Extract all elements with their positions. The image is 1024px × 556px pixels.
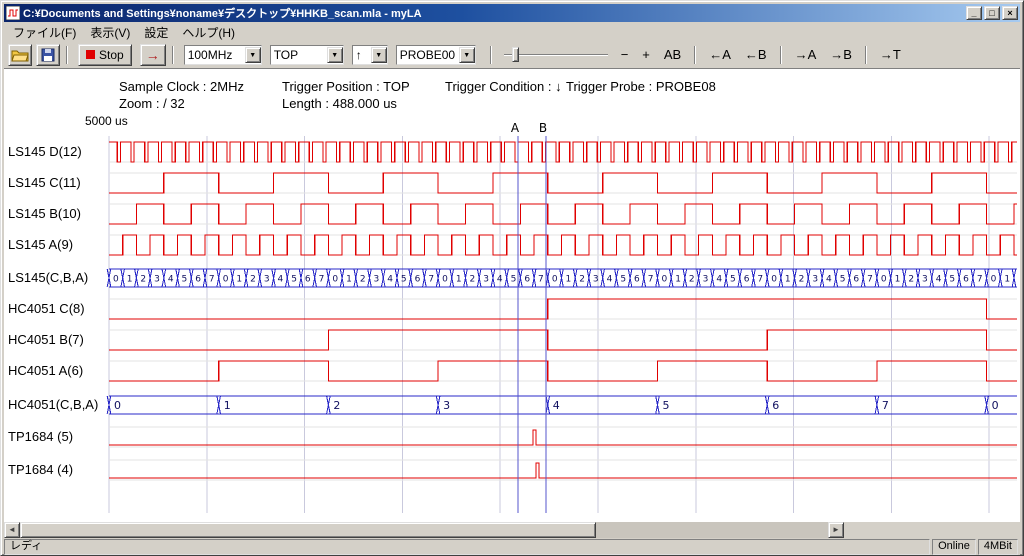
jump-left-a-button[interactable]: ←A [705,47,735,62]
app-window: C:¥Documents and Settings¥noname¥デスクトップ¥… [0,0,1024,556]
trigger-probe-combo[interactable]: PROBE00 ▼ [396,45,476,65]
trigger-edge-value: ↑ [353,48,371,62]
stop-button[interactable]: Stop [78,44,132,66]
goto-trigger-button[interactable]: →T [876,47,905,62]
scrollbar-thumb[interactable] [20,522,596,538]
status-online: Online [932,539,976,555]
menubar: ファイル(F)表示(V)設定ヘルプ(H) [4,23,1020,41]
scroll-right-button[interactable]: ► [828,522,844,538]
slider-track [504,54,608,56]
toolbar: Stop → 100MHz ▼ TOP ▼ ↑ ▼ PROBE00 ▼ −+ AB… [4,41,1020,69]
open-file-button[interactable] [8,44,32,66]
sample-clock-combo[interactable]: 100MHz ▼ [184,45,262,65]
toolbar-separator [66,46,68,64]
slider-thumb[interactable] [512,47,519,62]
chevron-down-icon[interactable]: ▼ [371,47,387,63]
chevron-down-icon[interactable]: ▼ [327,47,343,63]
run-button[interactable]: → [140,44,166,66]
maximize-button[interactable]: □ [984,6,1000,20]
close-button[interactable]: × [1002,6,1018,20]
save-floppy-icon [40,47,56,63]
titlebar: C:¥Documents and Settings¥noname¥デスクトップ¥… [4,4,1020,22]
status-cells: Online4MBit [932,539,1018,555]
statusbar: レディ Online4MBit [4,539,1020,555]
toolbar-separator [780,46,782,64]
waveform-pane [4,69,1020,522]
scroll-left-button[interactable]: ◄ [4,522,20,538]
toolbar-separator [490,46,492,64]
minimize-button[interactable]: _ [966,6,982,20]
toolbar-separator [694,46,696,64]
open-folder-icon [11,48,29,62]
trigger-edge-combo[interactable]: ↑ ▼ [352,45,388,65]
toolbar-separator [865,46,867,64]
menu-item-3[interactable]: ヘルプ(H) [175,23,242,42]
zoom-slider[interactable] [504,45,608,65]
jump-right-a-button[interactable]: →A [791,47,821,62]
menu-item-0[interactable]: ファイル(F) [6,23,83,42]
trigger-probe-value: PROBE00 [397,48,459,62]
chevron-down-icon[interactable]: ▼ [245,47,261,63]
run-arrow-icon: → [146,48,160,62]
menu-item-2[interactable]: 設定 [137,23,175,42]
stop-icon [86,50,95,59]
horizontal-scrollbar[interactable]: ◄ ► [4,522,844,538]
zoom-button-group: −+ AB ←A ←B →A →B →T [614,46,908,64]
window-title: C:¥Documents and Settings¥noname¥デスクトップ¥… [23,5,963,21]
trigger-position-combo[interactable]: TOP ▼ [270,45,344,65]
status-ready: レディ [4,539,930,555]
show-ab-button[interactable]: AB [660,47,685,62]
menu-item-1[interactable]: 表示(V) [83,23,137,42]
sample-clock-value: 100MHz [185,48,245,62]
scrollbar-track[interactable] [596,522,828,538]
zoom-in-button[interactable]: + [638,47,654,62]
window-controls: _ □ × [966,6,1018,20]
toolbar-separator [172,46,174,64]
chevron-down-icon[interactable]: ▼ [459,47,475,63]
trigger-position-value: TOP [271,48,327,62]
jump-left-b-button[interactable]: ←B [741,47,771,62]
zoom-out-button[interactable]: − [617,47,633,62]
app-icon [6,6,20,20]
jump-right-b-button[interactable]: →B [826,47,856,62]
stop-label: Stop [99,48,124,62]
save-button[interactable] [36,44,60,66]
status-4mbit: 4MBit [978,539,1018,555]
